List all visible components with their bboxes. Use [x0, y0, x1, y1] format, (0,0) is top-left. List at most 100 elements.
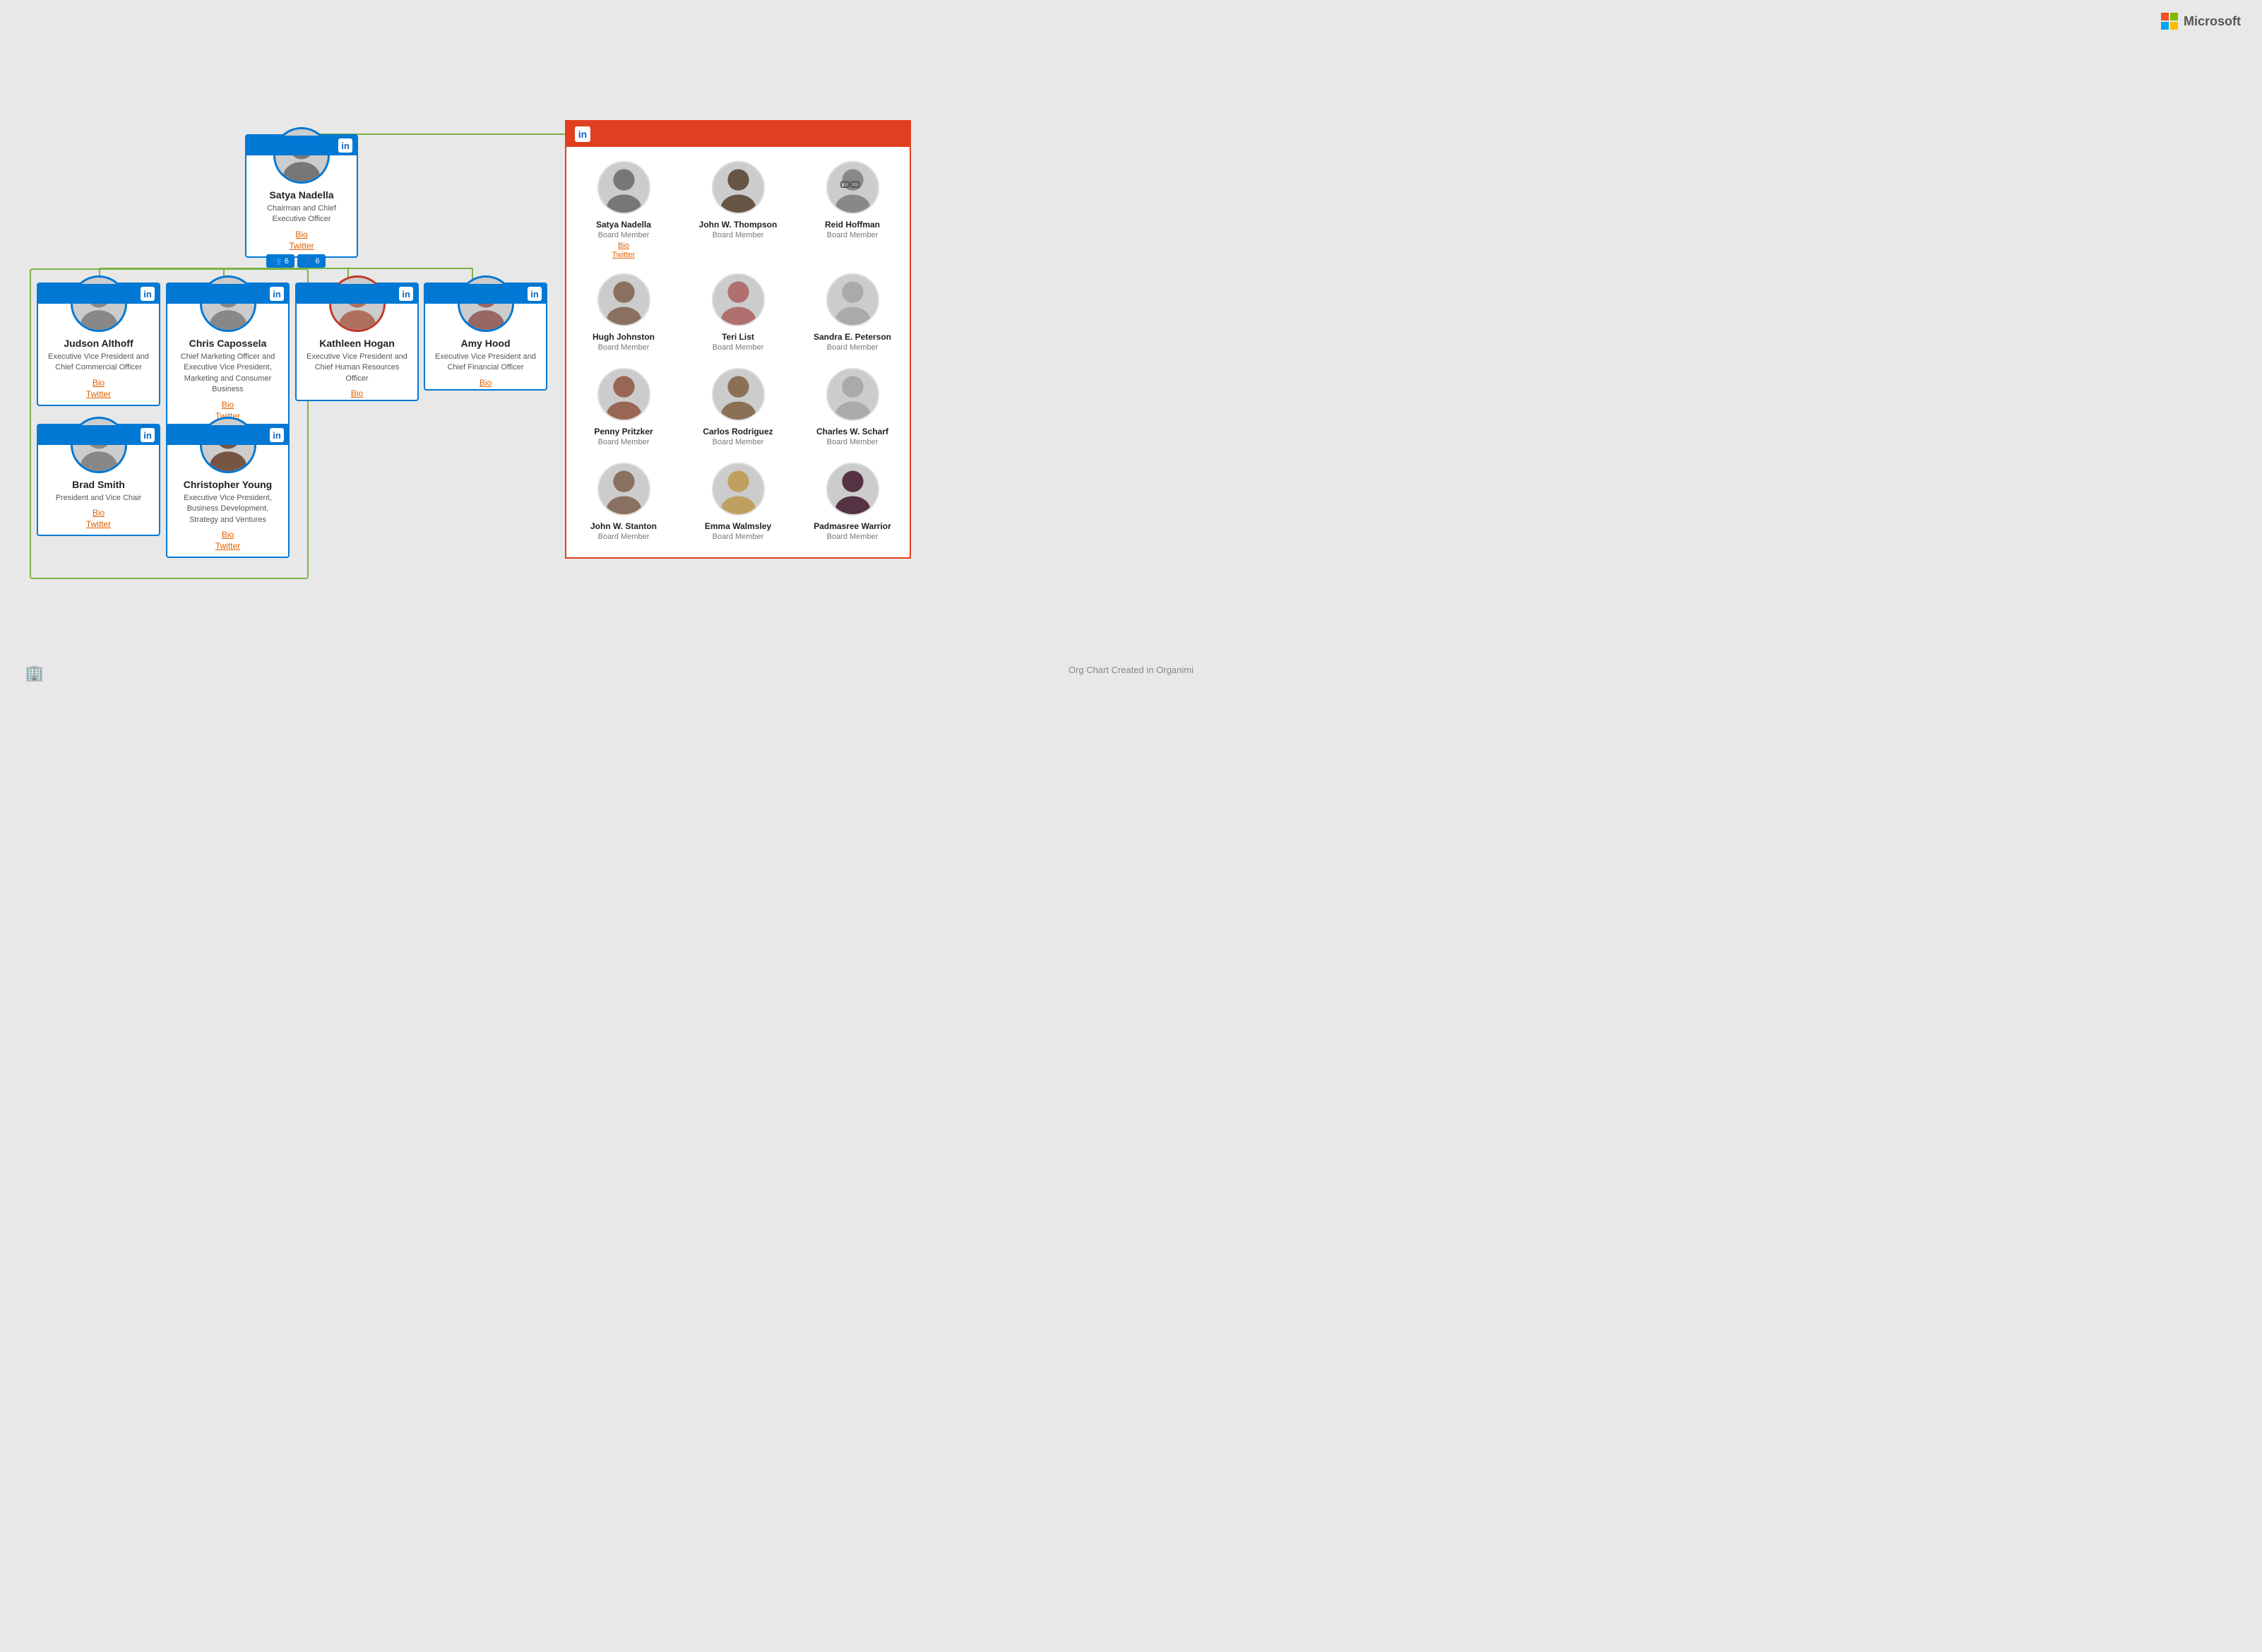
board-member-role: Board Member	[802, 438, 903, 446]
bio-link[interactable]: Bio	[38, 508, 159, 518]
sub-card-4: in Amy Hood Executive Vice President and…	[424, 283, 547, 391]
linkedin-icon[interactable]: in	[141, 287, 155, 301]
board-avatar	[597, 463, 650, 516]
group-badge: 👥 6	[266, 254, 294, 268]
twitter-link[interactable]: Twitter	[38, 389, 159, 399]
board-member-role: Board Member	[688, 438, 788, 446]
twitter-link[interactable]: Twitter	[246, 241, 357, 251]
footer-icon: 🏢	[25, 664, 44, 682]
sub-card-3: in Kathleen Hogan Executive Vice Preside…	[295, 283, 419, 401]
card-name: Chris Capossela	[167, 338, 288, 349]
board-member-role: Board Member	[573, 533, 674, 541]
linkedin-icon[interactable]: in	[141, 428, 155, 442]
card-header-bar: in	[38, 425, 159, 445]
root-card: in Satya Nadella Chairman and Chief Exec…	[245, 134, 358, 258]
bio-link[interactable]: Bio	[297, 388, 417, 398]
board-member-pritzker: Penny Pritzker Board Member	[573, 368, 674, 448]
board-member-name: Teri List	[688, 332, 788, 342]
card-name: Judson Althoff	[38, 338, 159, 349]
board-member-name: Padmasree Warrior	[802, 521, 903, 531]
board-member-name: Satya Nadella	[573, 220, 674, 230]
bio-link[interactable]: Bio	[167, 530, 288, 540]
sub-card-1: in Judson Althoff Executive Vice Preside…	[37, 283, 160, 406]
board-avatar	[826, 463, 879, 516]
board-member-hoffman: Reid Hoffman Board Member	[802, 161, 903, 259]
board-grid: Satya Nadella Board Member Bio Twitter J…	[566, 147, 910, 557]
sub-card-5: in Brad Smith President and Vice Chair B…	[37, 424, 160, 536]
board-member-role: Board Member	[573, 343, 674, 352]
board-member-peterson: Sandra E. Peterson Board Member	[802, 273, 903, 354]
board-member-warrior: Padmasree Warrior Board Member	[802, 463, 903, 543]
person-badge: 👤 6	[297, 254, 326, 268]
board-member-role: Board Member	[802, 343, 903, 352]
board-member-name: Emma Walmsley	[688, 521, 788, 531]
linkedin-icon[interactable]: in	[399, 287, 413, 301]
board-avatar	[597, 368, 650, 421]
board-member-stanton: John W. Stanton Board Member	[573, 463, 674, 543]
twitter-link[interactable]: Twitter	[38, 519, 159, 529]
board-avatar	[712, 463, 765, 516]
board-member-role: Board Member	[573, 231, 674, 239]
card-title: President and Vice Chair	[38, 493, 159, 504]
bio-link[interactable]: Bio	[246, 230, 357, 239]
linkedin-icon[interactable]: in	[270, 428, 284, 442]
card-name: Christopher Young	[167, 479, 288, 490]
board-member-name: John W. Thompson	[688, 220, 788, 230]
card-header-bar: in	[425, 284, 546, 304]
board-member-role: Board Member	[688, 533, 788, 541]
board-member-rodriguez: Carlos Rodriguez Board Member	[688, 368, 788, 448]
board-twitter-link[interactable]: Twitter	[573, 251, 674, 259]
board-member-role: Board Member	[802, 533, 903, 541]
board-avatar	[712, 161, 765, 214]
board-avatar	[826, 273, 879, 326]
main-content: in Satya Nadella Chairman and Chief Exec…	[0, 0, 2262, 705]
card-title: Executive Vice President, Business Devel…	[167, 493, 288, 525]
board-avatar	[826, 368, 879, 421]
footer-text: Org Chart Created in Organimi	[1069, 665, 1193, 675]
linkedin-icon[interactable]: in	[270, 287, 284, 301]
board-member-name: Reid Hoffman	[802, 220, 903, 230]
board-avatar	[597, 161, 650, 214]
bio-link[interactable]: Bio	[425, 378, 546, 388]
card-name: Kathleen Hogan	[297, 338, 417, 349]
card-header-bar: in	[167, 284, 288, 304]
bio-link[interactable]: Bio	[167, 400, 288, 410]
sub-card-2: in Chris Capossela Chief Marketing Offic…	[166, 283, 290, 428]
card-title: Executive Vice President and Chief Comme…	[38, 352, 159, 374]
twitter-link[interactable]: Twitter	[167, 541, 288, 551]
card-header-bar: in	[246, 136, 357, 155]
badge-row: 👥 6 👤 6	[266, 254, 326, 268]
org-chart: in Satya Nadella Chairman and Chief Exec…	[14, 42, 2248, 643]
card-header-bar: in	[38, 284, 159, 304]
board-member-thompson: John W. Thompson Board Member	[688, 161, 788, 259]
card-title: Chairman and Chief Executive Officer	[246, 203, 357, 225]
board-member-walmsley: Emma Walmsley Board Member	[688, 463, 788, 543]
card-title: Chief Marketing Officer and Executive Vi…	[167, 352, 288, 396]
card-header-bar: in	[167, 425, 288, 445]
board-member-list: Teri List Board Member	[688, 273, 788, 354]
board-member-role: Board Member	[688, 231, 788, 239]
sub-card-6: in Christopher Young Executive Vice Pres…	[166, 424, 290, 558]
board-member-name: Penny Pritzker	[573, 427, 674, 436]
board-member-name: Carlos Rodriguez	[688, 427, 788, 436]
card-name: Satya Nadella	[246, 189, 357, 201]
board-member-johnston: Hugh Johnston Board Member	[573, 273, 674, 354]
board-member-name: John W. Stanton	[573, 521, 674, 531]
board-avatar	[826, 161, 879, 214]
board-member-scharf: Charles W. Scharf Board Member	[802, 368, 903, 448]
board-member-name: Charles W. Scharf	[802, 427, 903, 436]
card-header-bar: in	[297, 284, 417, 304]
board-avatar	[712, 273, 765, 326]
linkedin-icon[interactable]: in	[338, 138, 352, 153]
linkedin-icon[interactable]: in	[528, 287, 542, 301]
bio-link[interactable]: Bio	[38, 378, 159, 388]
board-member-role: Board Member	[802, 231, 903, 239]
board-bio-link[interactable]: Bio	[573, 242, 674, 250]
board-member-name: Hugh Johnston	[573, 332, 674, 342]
board-header: in	[566, 121, 910, 147]
board-member-role: Board Member	[688, 343, 788, 352]
board-linkedin-icon[interactable]: in	[575, 126, 590, 142]
board-avatar	[712, 368, 765, 421]
card-name: Amy Hood	[425, 338, 546, 349]
board-member-satya: Satya Nadella Board Member Bio Twitter	[573, 161, 674, 259]
